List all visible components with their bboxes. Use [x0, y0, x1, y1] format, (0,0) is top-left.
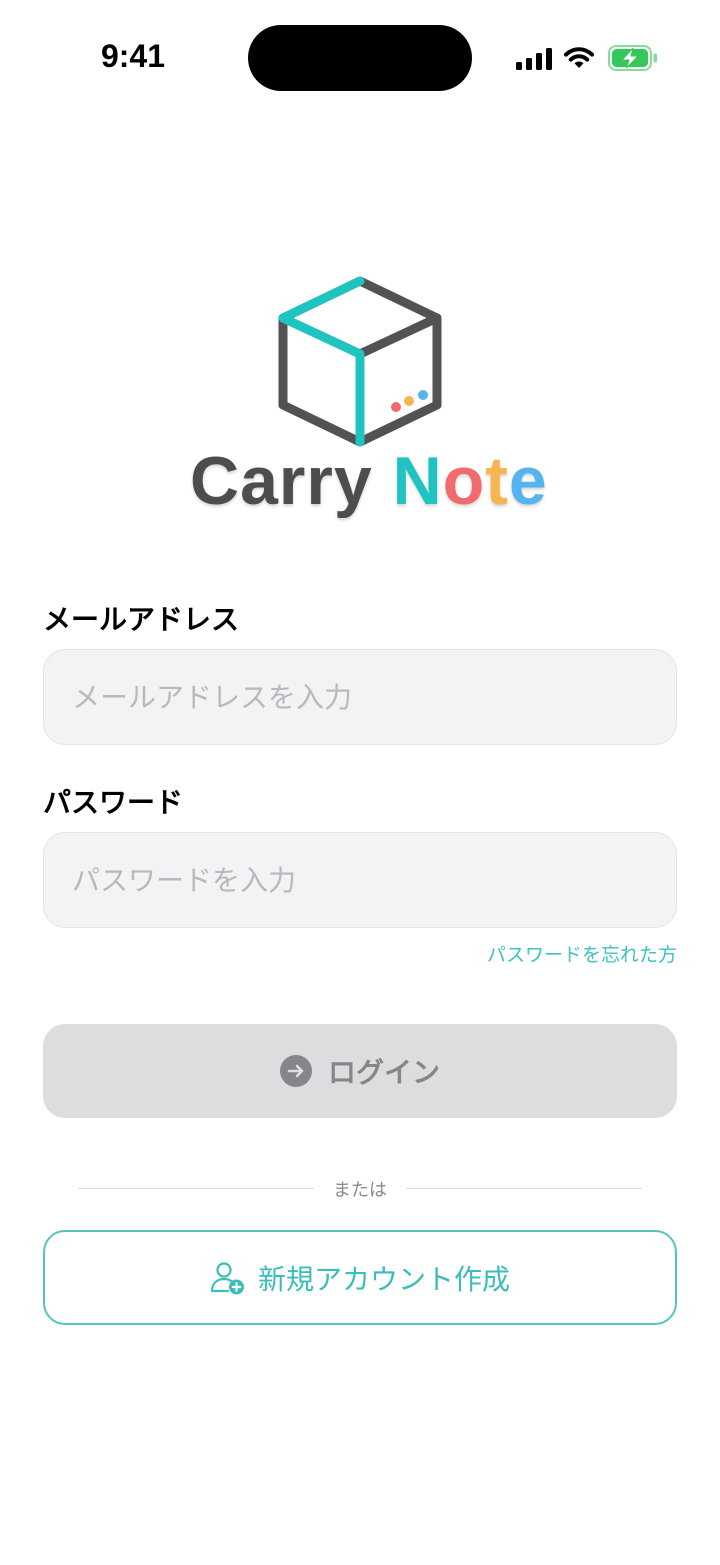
login-screen: 9:41 Carry Note メールアドレス メールアドレスを入力 パスワード…	[0, 0, 720, 1565]
login-button[interactable]: ログイン	[43, 1024, 677, 1118]
dynamic-island	[248, 25, 472, 91]
forgot-password-link[interactable]: パスワードを忘れた方	[487, 940, 677, 967]
logo-letter: t	[485, 443, 509, 519]
app-logo: Carry Note	[190, 272, 547, 522]
logo-letter: o	[442, 443, 486, 519]
create-account-label: 新規アカウント作成	[257, 1262, 510, 1296]
logo-word-note: Note	[393, 443, 548, 519]
wifi-icon	[564, 47, 594, 68]
status-time: 9:41	[100, 38, 166, 74]
battery-charging-icon	[608, 45, 657, 71]
email-label: メールアドレス	[43, 603, 240, 636]
logo-word-carry: Carry	[190, 443, 373, 519]
divider-text: または	[333, 1180, 387, 1201]
cellular-signal-icon	[516, 48, 552, 70]
cube-logo-icon	[278, 276, 442, 447]
password-label: パスワード	[43, 786, 184, 819]
logo-letter: N	[392, 443, 443, 519]
logo-letter: e	[508, 443, 548, 519]
divider-line	[406, 1188, 642, 1189]
status-bar: 9:41	[0, 0, 720, 120]
password-input[interactable]	[43, 832, 677, 928]
arrow-right-circle-icon	[279, 1055, 312, 1087]
login-button-label: ログイン	[327, 1056, 440, 1089]
or-divider: または	[78, 1176, 642, 1201]
person-add-icon	[210, 1261, 244, 1294]
email-input[interactable]	[43, 649, 677, 745]
create-account-button[interactable]: 新規アカウント作成	[43, 1230, 677, 1325]
logo-wordmark: Carry Note	[190, 442, 547, 520]
